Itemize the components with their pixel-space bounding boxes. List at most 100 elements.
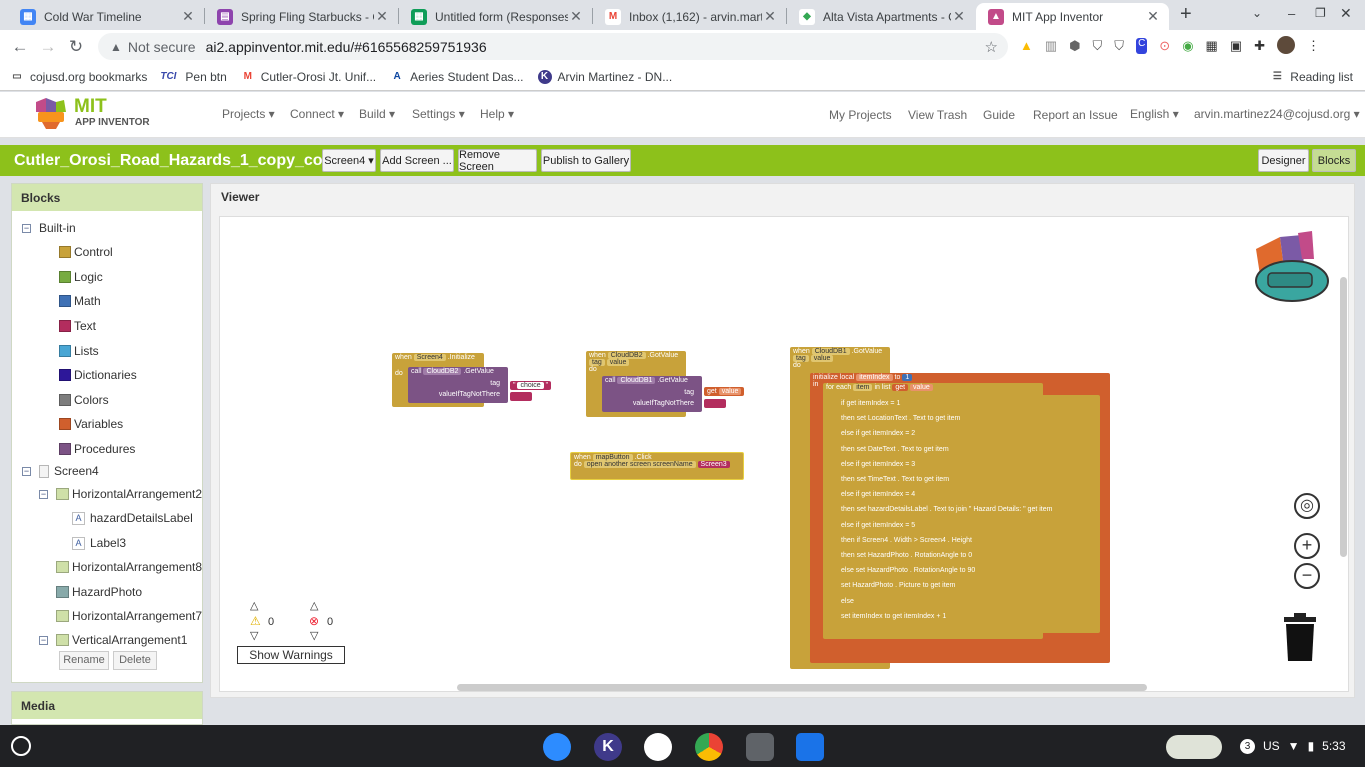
warning-nav-down-icon[interactable]: ▽	[250, 629, 258, 642]
close-icon[interactable]: ✕	[568, 8, 584, 25]
new-tab-icon[interactable]: +	[1180, 3, 1192, 26]
if-else-block[interactable]: if get itemIndex = 1 then set LocationTe…	[838, 395, 1100, 633]
zoom-app-icon[interactable]	[543, 733, 571, 761]
menu-projects[interactable]: Projects ▾	[222, 107, 275, 121]
extension-icon[interactable]: ▣	[1230, 38, 1242, 54]
menu-connect[interactable]: Connect ▾	[290, 107, 344, 121]
qr-icon[interactable]: ▦	[1206, 38, 1218, 54]
avatar[interactable]	[1277, 36, 1296, 54]
error-nav-up-icon[interactable]: △	[310, 599, 318, 612]
text-block-empty[interactable]	[510, 392, 532, 401]
account-menu[interactable]: arvin.martinez24@cojusd.org ▾	[1194, 107, 1360, 121]
drawer-math[interactable]: Math	[59, 294, 101, 308]
screen-select[interactable]: Screen4 ▾	[322, 149, 376, 172]
blocks-workspace[interactable]: when Screen4 .Initialize do call CloudDB…	[219, 216, 1349, 692]
reload-icon[interactable]: ↻	[62, 37, 90, 57]
shield-icon[interactable]: ⛉	[1114, 38, 1124, 54]
drawer-variables[interactable]: Variables	[59, 417, 123, 431]
backpack-icon[interactable]	[1250, 229, 1332, 303]
collapse-icon[interactable]: −	[22, 466, 31, 476]
drawer-control[interactable]: Control	[59, 245, 113, 259]
bookmark-pen-btn[interactable]: TCI Pen btn	[160, 70, 226, 84]
tree-screen4[interactable]: − Screen4	[22, 464, 99, 478]
remove-screen-button[interactable]: Remove Screen	[458, 149, 537, 173]
files-app-icon[interactable]	[796, 733, 824, 761]
menu-help[interactable]: Help ▾	[480, 107, 514, 121]
menu-kebab-icon[interactable]: ⋮	[1307, 38, 1320, 54]
drawer-colors[interactable]: Colors	[59, 393, 109, 407]
collapse-icon[interactable]: −	[39, 635, 48, 645]
tree-horizontalarrangement7[interactable]: HorizontalArrangement7	[56, 609, 202, 623]
collapse-icon[interactable]: −	[22, 223, 31, 233]
vertical-scrollbar[interactable]	[1340, 277, 1347, 557]
bookmark-cutler-orosi[interactable]: M Cutler-Orosi Jt. Unif...	[241, 70, 377, 84]
menu-build[interactable]: Build ▾	[359, 107, 395, 121]
extension-icon[interactable]: C	[1136, 38, 1148, 54]
tab-cold-war[interactable]: ▦ Cold War Timeline ✕	[8, 3, 204, 30]
tree-horizontalarrangement8[interactable]: HorizontalArrangement8	[56, 560, 202, 574]
publish-gallery-button[interactable]: Publish to Gallery	[541, 149, 631, 172]
view-trash-link[interactable]: View Trash	[908, 108, 967, 122]
back-icon[interactable]: ←	[6, 37, 34, 57]
drawer-text[interactable]: Text	[59, 319, 96, 333]
shield-icon[interactable]: ⛉	[1093, 38, 1103, 54]
close-icon[interactable]: ✕	[762, 8, 778, 25]
error-nav-down-icon[interactable]: ▽	[310, 629, 318, 642]
tab-alta-vista[interactable]: ◆Alta Vista Apartments - Goo✕	[787, 3, 975, 30]
trash-icon[interactable]	[1282, 613, 1316, 661]
call-block-clouddb2-getvalue[interactable]: call CloudDB2 .GetValue tag valueIfTagNo…	[408, 367, 508, 403]
appinventor-logo-icon[interactable]	[32, 96, 72, 130]
call-block-clouddb1-getvalue[interactable]: call CloudDB1 .GetValue tag valueIfTagNo…	[602, 376, 702, 412]
collapse-icon[interactable]: −	[39, 489, 48, 499]
rename-button[interactable]: Rename	[59, 651, 109, 670]
holding-space-icon[interactable]	[1166, 735, 1222, 759]
horizontal-scrollbar[interactable]	[457, 684, 1147, 691]
recenter-icon[interactable]: ◎	[1294, 493, 1320, 519]
add-screen-button[interactable]: Add Screen ...	[380, 149, 454, 172]
system-tray[interactable]: 3 US ▼ ▮ 5:33	[1240, 734, 1346, 758]
tree-hazarddetailslabel[interactable]: AhazardDetailsLabel	[72, 511, 193, 525]
chrome-icon[interactable]	[695, 733, 723, 761]
bookmark-cojusd[interactable]: ▭ cojusd.org bookmarks	[10, 70, 147, 84]
tree-label3[interactable]: A Label3	[72, 536, 126, 550]
event-block-mapbutton-click[interactable]: when mapButton .Click do open another sc…	[570, 452, 744, 480]
window-close-icon[interactable]: ✕	[1340, 5, 1352, 22]
tree-builtin[interactable]: − Built-in	[22, 221, 76, 235]
extension-icon[interactable]: ▥	[1045, 38, 1057, 54]
text-block-choice[interactable]: " choice "	[510, 381, 552, 390]
tab-inbox[interactable]: MInbox (1,162) - arvin.martine✕	[593, 3, 786, 30]
extension-icon[interactable]: ◉	[1182, 38, 1193, 54]
drawer-logic[interactable]: Logic	[59, 270, 103, 284]
launcher-icon[interactable]	[11, 736, 31, 756]
drawer-procedures[interactable]: Procedures	[59, 442, 135, 456]
forward-icon[interactable]: →	[34, 37, 62, 57]
tab-mit-app-inventor[interactable]: ▲ MIT App Inventor ✕	[976, 3, 1169, 30]
k-app-icon[interactable]: K	[594, 733, 622, 761]
report-issue-link[interactable]: Report an Issue	[1033, 108, 1118, 122]
tab-search-icon[interactable]: ⌄	[1252, 6, 1262, 20]
tab-spring-fling[interactable]: ▤Spring Fling Starbucks - Goo✕	[205, 3, 398, 30]
app-icon[interactable]	[746, 733, 774, 761]
bookmark-star-icon[interactable]: ☆	[985, 38, 998, 56]
bookmark-arvin[interactable]: K Arvin Martinez - DN...	[537, 69, 672, 84]
text-block-empty[interactable]	[704, 399, 726, 408]
zoom-out-icon[interactable]: −	[1294, 563, 1320, 589]
guide-link[interactable]: Guide	[983, 108, 1015, 122]
close-icon[interactable]: ✕	[1145, 8, 1161, 25]
my-projects-link[interactable]: My Projects	[829, 108, 892, 122]
delete-button[interactable]: Delete	[113, 651, 157, 670]
omnibox[interactable]: ▲ Not secure ai2.appinventor.mit.edu/#61…	[98, 33, 1008, 60]
bookmark-aeries[interactable]: A Aeries Student Das...	[390, 70, 524, 84]
language-menu[interactable]: English ▾	[1130, 107, 1179, 121]
zoom-in-icon[interactable]: +	[1294, 533, 1320, 559]
minimize-icon[interactable]: –	[1288, 6, 1295, 21]
show-warnings-button[interactable]: Show Warnings	[237, 646, 345, 664]
drawer-dictionaries[interactable]: Dictionaries	[59, 368, 137, 382]
designer-button[interactable]: Designer	[1258, 149, 1309, 172]
menu-settings[interactable]: Settings ▾	[412, 107, 465, 121]
warning-nav-up-icon[interactable]: △	[250, 599, 258, 612]
tree-hazardphoto[interactable]: HazardPhoto	[56, 585, 142, 599]
close-icon[interactable]: ✕	[951, 8, 967, 25]
close-icon[interactable]: ✕	[180, 8, 196, 25]
drawer-lists[interactable]: Lists	[59, 344, 99, 358]
